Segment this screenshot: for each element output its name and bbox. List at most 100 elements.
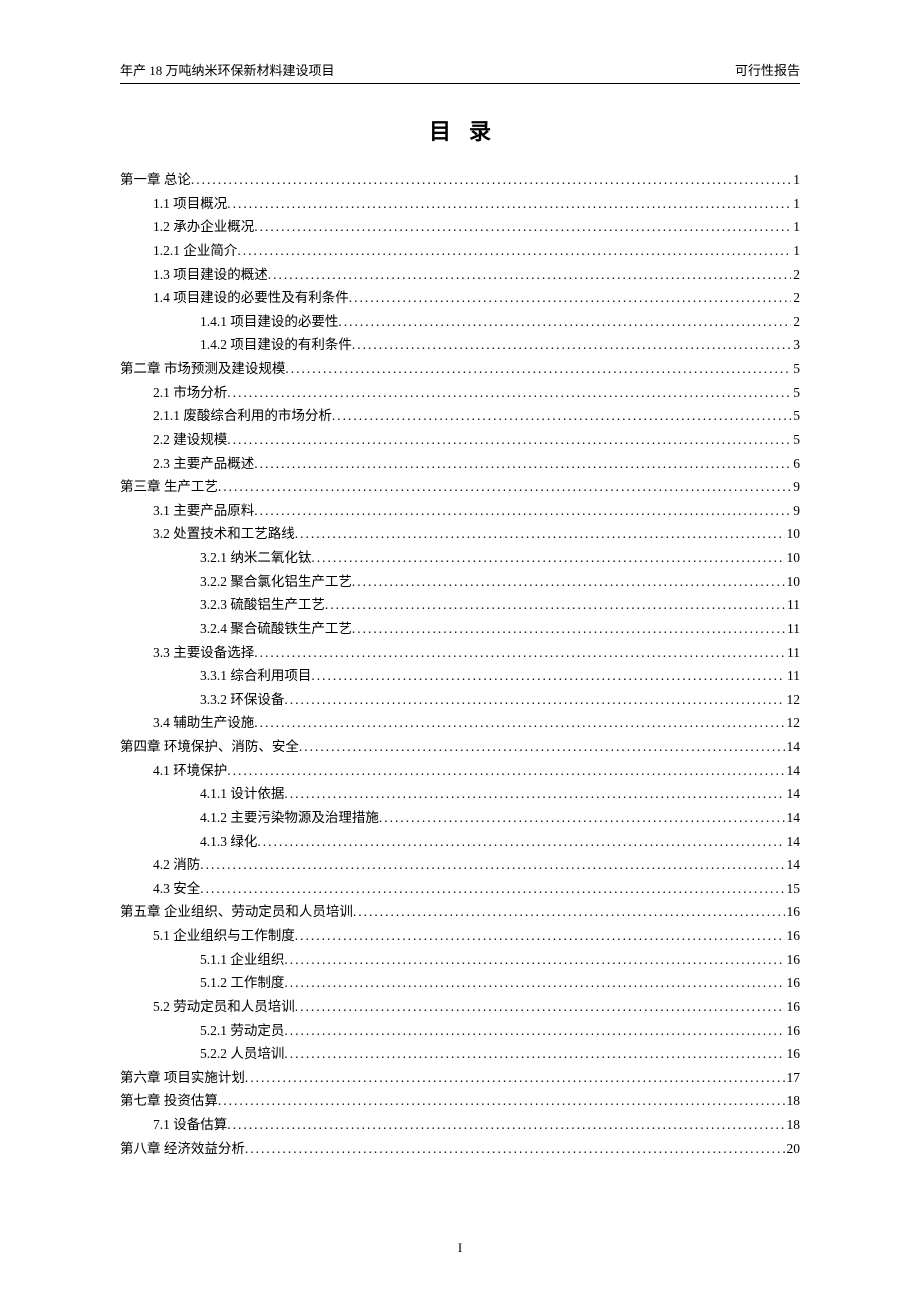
toc-entry-page: 16 — [785, 1042, 801, 1066]
header-left: 年产 18 万吨纳米环保新材料建设项目 — [120, 60, 335, 79]
toc-entry-label: 4.3 安全 — [153, 877, 200, 901]
toc-leader-dots — [284, 688, 784, 712]
toc-entry: 第八章 经济效益分析20 — [120, 1137, 800, 1161]
toc-entry-label: 第四章 环境保护、消防、安全 — [120, 735, 299, 759]
page-header: 年产 18 万吨纳米环保新材料建设项目 可行性报告 — [120, 60, 800, 84]
toc-entry-label: 第二章 市场预测及建设规模 — [120, 357, 285, 381]
toc-entry: 3.1 主要产品原料9 — [120, 499, 800, 523]
toc-entry-page: 10 — [785, 546, 801, 570]
toc-entry: 7.1 设备估算18 — [120, 1113, 800, 1137]
toc-entry-page: 14 — [785, 735, 801, 759]
toc-entry: 5.2.2 人员培训16 — [120, 1042, 800, 1066]
toc-entry: 4.3 安全 15 — [120, 877, 800, 901]
toc-entry-page: 16 — [785, 995, 801, 1019]
toc-entry: 1.2 承办企业概况1 — [120, 215, 800, 239]
toc-entry-page: 1 — [791, 192, 800, 216]
toc-title: 目录 — [120, 114, 800, 146]
toc-entry-label: 1.4.1 项目建设的必要性 — [200, 310, 338, 334]
toc-entry-label: 第八章 经济效益分析 — [120, 1137, 245, 1161]
toc-entry-page: 10 — [785, 522, 801, 546]
toc-leader-dots — [254, 215, 791, 239]
toc-leader-dots — [311, 664, 785, 688]
toc-entry: 1.2.1 企业简介1 — [120, 239, 800, 263]
toc-entry-label: 4.1.3 绿化 — [200, 830, 257, 854]
toc-entry: 1.4.1 项目建设的必要性 2 — [120, 310, 800, 334]
toc-entry-label: 4.1.1 设计依据 — [200, 782, 284, 806]
toc-entry-page: 14 — [785, 853, 801, 877]
toc-entry-page: 6 — [791, 452, 800, 476]
toc-entry-label: 5.1.2 工作制度 — [200, 971, 284, 995]
toc-entry-label: 第六章 项目实施计划 — [120, 1066, 245, 1090]
toc-entry: 2.1.1 废酸综合利用的市场分析5 — [120, 404, 800, 428]
toc-entry-label: 7.1 设备估算 — [153, 1113, 227, 1137]
toc-entry-page: 18 — [785, 1089, 801, 1113]
toc-entry: 4.1.3 绿化14 — [120, 830, 800, 854]
toc-entry: 第二章 市场预测及建设规模5 — [120, 357, 800, 381]
toc-entry-label: 5.1.1 企业组织 — [200, 948, 284, 972]
toc-entry: 1.1 项目概况 1 — [120, 192, 800, 216]
toc-leader-dots — [295, 924, 785, 948]
toc-leader-dots — [227, 759, 784, 783]
toc-entry-page: 16 — [785, 971, 801, 995]
toc-leader-dots — [284, 971, 784, 995]
toc-leader-dots — [191, 168, 791, 192]
toc-entry: 5.2 劳动定员和人员培训 16 — [120, 995, 800, 1019]
toc-leader-dots — [299, 735, 785, 759]
toc-leader-dots — [338, 310, 791, 334]
toc-entry: 3.2.3 硫酸铝生产工艺11 — [120, 593, 800, 617]
toc-entry-page: 16 — [785, 924, 801, 948]
toc-entry: 1.3 项目建设的概述2 — [120, 263, 800, 287]
toc-entry-page: 16 — [785, 1019, 801, 1043]
toc-entry-label: 5.2 劳动定员和人员培训 — [153, 995, 295, 1019]
toc-entry: 3.3.1 综合利用项目 11 — [120, 664, 800, 688]
toc-entry: 5.1.1 企业组织16 — [120, 948, 800, 972]
toc-entry-page: 15 — [785, 877, 801, 901]
toc-entry: 第五章 企业组织、劳动定员和人员培训16 — [120, 900, 800, 924]
toc-leader-dots — [311, 546, 784, 570]
toc-entry: 4.1 环境保护14 — [120, 759, 800, 783]
toc-entry-label: 第一章 总论 — [120, 168, 191, 192]
toc-entry: 3.2.1 纳米二氧化钛 10 — [120, 546, 800, 570]
toc-entry: 3.2 处置技术和工艺路线10 — [120, 522, 800, 546]
toc-entry: 3.3 主要设备选择11 — [120, 641, 800, 665]
toc-entry-label: 1.2 承办企业概况 — [153, 215, 254, 239]
toc-entry-page: 2 — [791, 263, 800, 287]
toc-entry: 3.2.2 聚合氯化铝生产工艺 10 — [120, 570, 800, 594]
toc-entry-page: 2 — [791, 286, 800, 310]
toc-entry: 5.1 企业组织与工作制度16 — [120, 924, 800, 948]
toc-entry-page: 5 — [791, 404, 800, 428]
toc-leader-dots — [284, 1042, 784, 1066]
toc-entry-page: 16 — [785, 900, 801, 924]
toc-entry-page: 12 — [785, 711, 801, 735]
toc-entry-label: 1.2.1 企业简介 — [153, 239, 237, 263]
toc-entry-label: 3.2.1 纳米二氧化钛 — [200, 546, 311, 570]
toc-entry-page: 11 — [785, 617, 800, 641]
toc-entry: 4.2 消防 14 — [120, 853, 800, 877]
toc-leader-dots — [325, 593, 785, 617]
toc-entry-label: 2.2 建设规模 — [153, 428, 227, 452]
toc-entry: 第七章 投资估算18 — [120, 1089, 800, 1113]
toc-leader-dots — [254, 499, 791, 523]
toc-entry-page: 11 — [785, 593, 800, 617]
toc-entry-label: 4.2 消防 — [153, 853, 200, 877]
toc-entry-label: 1.1 项目概况 — [153, 192, 227, 216]
toc-entry-page: 11 — [785, 641, 800, 665]
toc-entry: 2.3 主要产品概述6 — [120, 452, 800, 476]
toc-entry-label: 3.2.2 聚合氯化铝生产工艺 — [200, 570, 352, 594]
toc-entry-page: 10 — [785, 570, 801, 594]
toc-entry-label: 3.3.1 综合利用项目 — [200, 664, 311, 688]
toc-leader-dots — [245, 1066, 785, 1090]
toc-entry-page: 2 — [791, 310, 800, 334]
toc-entry-label: 1.4.2 项目建设的有利条件 — [200, 333, 352, 357]
toc-entry-page: 9 — [791, 475, 800, 499]
toc-leader-dots — [285, 357, 791, 381]
toc-leader-dots — [268, 263, 792, 287]
toc-entry-page: 1 — [791, 168, 800, 192]
toc-leader-dots — [237, 239, 791, 263]
toc-entry-label: 第三章 生产工艺 — [120, 475, 218, 499]
toc-leader-dots — [295, 522, 785, 546]
toc-entry: 第六章 项目实施计划17 — [120, 1066, 800, 1090]
toc-entry-page: 11 — [785, 664, 800, 688]
toc-entry: 第四章 环境保护、消防、安全 14 — [120, 735, 800, 759]
toc-entry: 1.4.2 项目建设的有利条件3 — [120, 333, 800, 357]
